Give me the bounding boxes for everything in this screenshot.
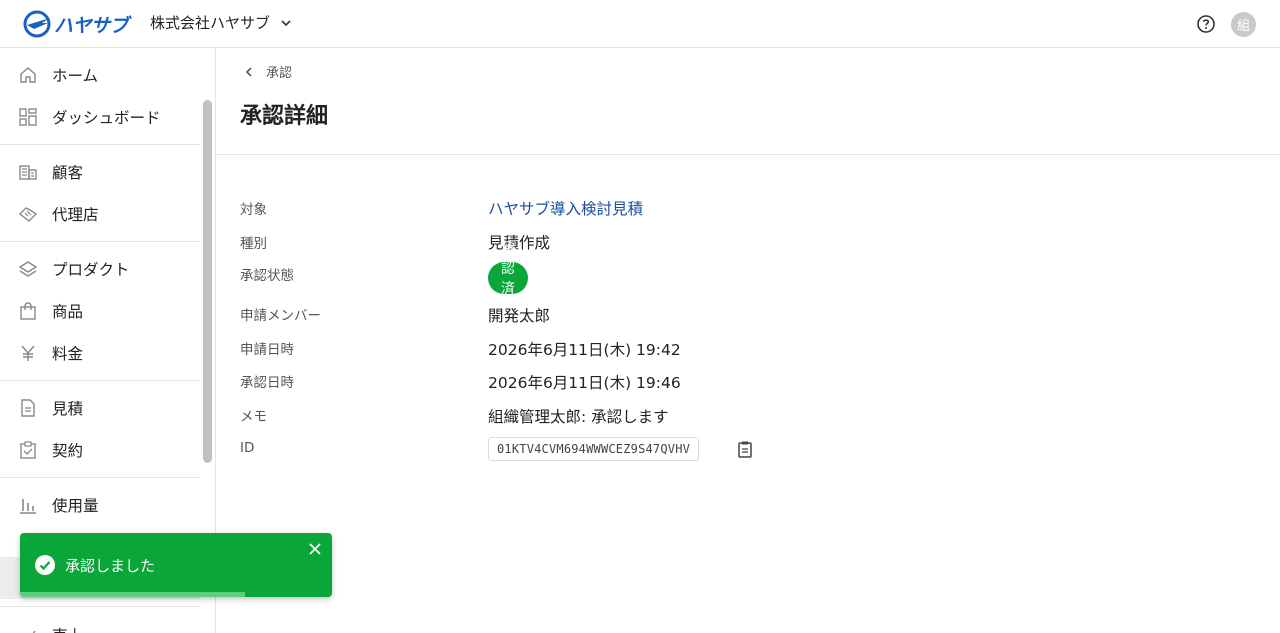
sidebar-scrollbar[interactable] <box>203 100 212 463</box>
clipboard-check-icon <box>18 440 38 460</box>
sidebar-item-label: 見積 <box>52 400 84 418</box>
sidebar-item-customers[interactable]: 顧客 <box>0 151 200 193</box>
nav-group-usage: 使用量 <box>0 478 200 532</box>
title-divider <box>216 154 1280 155</box>
sidebar-item-usage[interactable]: 使用量 <box>0 484 200 526</box>
sidebar-item-revenue[interactable]: 売上 <box>18 624 83 633</box>
document-icon <box>18 398 38 418</box>
sidebar-item-label: 商品 <box>52 303 84 321</box>
divider <box>0 606 200 607</box>
target-link[interactable]: ハヤサブ導入検討見積 <box>488 197 643 219</box>
sidebar-item-agencies[interactable]: 代理店 <box>0 193 200 235</box>
approved-at-value: 2026年6月11日(木) 19:46 <box>488 374 681 392</box>
sidebar-item-items[interactable]: 商品 <box>0 290 200 332</box>
nav-group-partners: 顧客 代理店 <box>0 145 200 242</box>
applicant-label: 申請メンバー <box>240 308 321 324</box>
bar-chart-icon <box>18 495 38 515</box>
sidebar-item-label: ホーム <box>52 67 99 85</box>
applicant-value: 開発太郎 <box>488 307 551 325</box>
applied-at-value: 2026年6月11日(木) 19:42 <box>488 341 681 359</box>
chart-icon <box>18 625 38 633</box>
page-title: 承認詳細 <box>240 104 329 129</box>
sidebar-item-products[interactable]: プロダクト <box>0 248 200 290</box>
sidebar-item-home[interactable]: ホーム <box>0 54 200 96</box>
sidebar-item-label: 顧客 <box>52 164 84 182</box>
target-label: 対象 <box>240 202 267 218</box>
handshake-icon <box>18 204 38 224</box>
check-circle-icon <box>35 555 55 575</box>
sidebar-item-pricing[interactable]: 料金 <box>0 332 200 374</box>
id-value[interactable]: 01KTV4CVM694WWWCEZ9S47QVHV <box>488 437 700 461</box>
breadcrumb-label: 承認 <box>266 66 293 81</box>
applied-at-label: 申請日時 <box>240 342 294 358</box>
breadcrumb[interactable]: 承認 <box>244 62 292 81</box>
sidebar-item-label: プロダクト <box>52 261 130 279</box>
sidebar-item-label: 料金 <box>52 345 84 363</box>
sidebar-item-label: 代理店 <box>52 206 99 224</box>
home-icon <box>18 65 38 85</box>
sidebar-item-label: 契約 <box>52 442 84 460</box>
close-icon[interactable] <box>308 542 322 556</box>
sidebar-item-label: 売上 <box>52 624 83 633</box>
brand-logo[interactable]: ハヤサブ <box>22 9 129 39</box>
status-label: 承認状態 <box>240 268 294 284</box>
chevron-down-icon <box>281 19 291 26</box>
sidebar-item-label: 使用量 <box>52 497 99 515</box>
memo-value: 組織管理太郎: 承認します <box>488 408 669 426</box>
memo-label: メモ <box>240 409 267 425</box>
nav-group-sales: 見積 契約 <box>0 381 200 478</box>
nav-group-products: プロダクト 商品 料金 <box>0 242 200 381</box>
sidebar-item-label: ダッシュボード <box>52 109 161 127</box>
yen-icon <box>18 343 38 363</box>
org-switcher[interactable]: 株式会社ハヤサブ <box>150 12 292 33</box>
clipboard-icon[interactable] <box>736 440 754 458</box>
chevron-left-icon <box>245 66 252 77</box>
layers-icon <box>18 259 38 279</box>
approved-at-label: 承認日時 <box>240 375 294 391</box>
sidebar-item-dashboard[interactable]: ダッシュボード <box>0 96 200 138</box>
help-icon[interactable] <box>1196 14 1216 34</box>
dashboard-icon <box>18 107 38 127</box>
status-badge: 承認済み <box>488 241 528 317</box>
bag-icon <box>18 301 38 321</box>
sidebar-item-contracts[interactable]: 契約 <box>0 429 200 471</box>
avatar[interactable]: 組 <box>1231 12 1256 37</box>
org-name: 株式会社ハヤサブ <box>150 14 271 32</box>
logo-text: ハヤサブ <box>54 14 129 37</box>
toast-message: 承認しました <box>65 557 156 575</box>
top-header: ハヤサブ 株式会社ハヤサブ 組 <box>0 0 1280 48</box>
type-label: 種別 <box>240 236 267 252</box>
falcon-logo-icon <box>23 10 51 38</box>
success-toast: 承認しました <box>20 533 332 597</box>
main-content: 承認 承認詳細 対象 ハヤサブ導入検討見積 種別 見積作成 承認状態 承認済み … <box>216 48 1280 633</box>
nav-group-home: ホーム ダッシュボード <box>0 48 200 145</box>
id-label: ID <box>240 440 255 456</box>
toast-progress-bar <box>20 592 245 597</box>
building-icon <box>18 162 38 182</box>
sidebar-item-quotes[interactable]: 見積 <box>0 387 200 429</box>
type-value: 見積作成 <box>488 234 551 252</box>
